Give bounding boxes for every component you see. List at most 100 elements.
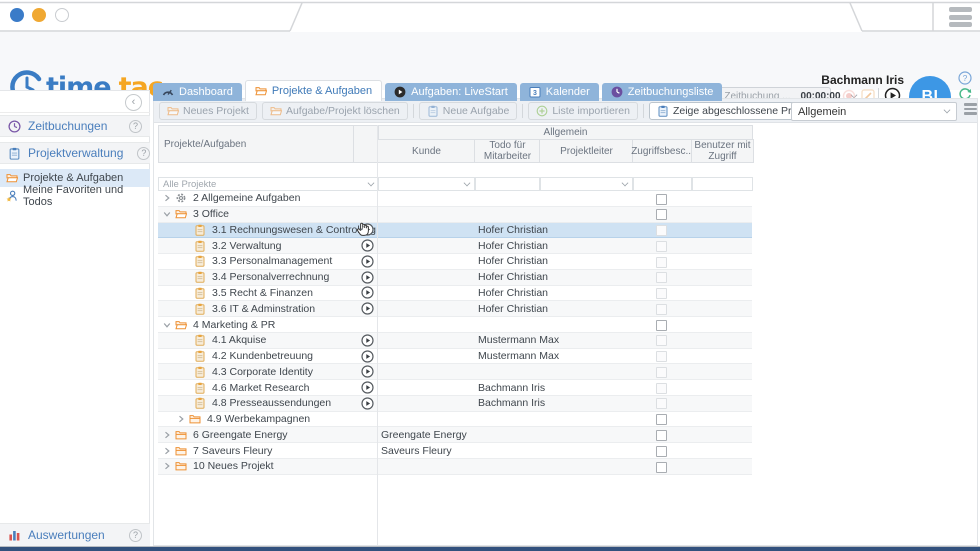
filter-cell-2[interactable] [540,177,633,191]
column-header-kunde[interactable]: Kunde [377,139,476,163]
start-task-play-icon[interactable] [357,349,378,364]
zugriff-checkbox[interactable] [656,383,667,394]
start-task-play-icon[interactable] [357,380,378,395]
table-row-4-1-akquise[interactable]: 4.1 AkquiseMustermann Max [158,333,752,349]
chevron-right-icon[interactable] [162,462,172,470]
column-header-zugriffsbesc-[interactable]: Zugriffsbesc... [632,139,693,163]
table-row-3-1-rechnungswesen-controlling[interactable]: 3.1 Rechnungswesen & ControllingHofer Ch… [158,223,752,239]
start-task-play-icon[interactable] [357,364,378,379]
table-row-4-6-market-research[interactable]: 4.6 Market ResearchBachmann Iris [158,380,752,396]
filter-cell-3[interactable] [633,177,692,191]
zugriff-checkbox[interactable] [656,446,667,457]
zugriff-checkbox[interactable] [656,320,667,331]
toolbar-button-aufgabe-projekt-l-schen[interactable]: Aufgabe/Projekt löschen [262,102,408,120]
chevron-down-icon[interactable] [162,210,172,218]
tab-zeitbuchungsliste[interactable]: Zeitbuchungsliste [602,83,723,101]
start-task-play-icon[interactable] [357,286,378,301]
view-filter-select[interactable]: Allgemein [791,102,957,121]
filter-cell-0[interactable] [378,177,475,191]
zugriff-checkbox[interactable] [656,430,667,441]
task-icon [194,334,206,346]
help-icon[interactable]: ? [958,71,972,85]
table-row-3-6-it-adminstration[interactable]: 3.6 IT & AdminstrationHofer Christian [158,301,752,317]
zugriff-checkbox[interactable] [656,194,667,205]
zugriff-checkbox[interactable] [656,288,667,299]
toolbar-button-label: Neues Projekt [183,105,249,117]
sidebar-item-auswertungen[interactable]: Auswertungen? [0,523,150,547]
tab-projekte-aufgaben[interactable]: Projekte & Aufgaben [245,80,382,101]
window-dot-blue[interactable] [10,8,24,22]
sidebar-item-meine-favoriten-und-todos[interactable]: Meine Favoriten und Todos [0,187,150,205]
zugriff-checkbox[interactable] [656,462,667,473]
table-row-4-3-corporate-identity[interactable]: 4.3 Corporate Identity [158,364,752,380]
table-row-4-8-presseaussendungen[interactable]: 4.8 PresseaussendungenBachmann Iris [158,396,752,412]
tree-cell: 3.6 IT & Adminstration [158,301,315,316]
tab-kalender[interactable]: 3Kalender [520,83,599,101]
sidebar-section-projektverwaltung[interactable]: Projektverwaltung? [0,142,150,164]
window-dot-white[interactable] [55,8,69,22]
table-row-7-saveurs-fleury[interactable]: 7 Saveurs FleurySaveurs Fleury [158,443,752,459]
tab-dashboard[interactable]: Dashboard [153,83,242,101]
chevron-right-icon[interactable] [162,194,172,202]
zugriff-checkbox[interactable] [656,209,667,220]
chevron-right-icon[interactable] [176,415,186,423]
task-icon [194,350,206,362]
zugriff-checkbox[interactable] [656,272,667,283]
chevron-right-icon[interactable] [162,447,172,455]
table-row-3-3-personalmanagement[interactable]: 3.3 PersonalmanagementHofer Christian [158,254,752,270]
table-row-2-allgemeine-aufgaben[interactable]: 2 Allgemeine Aufgaben [158,191,752,207]
tab-aufgaben-livestart[interactable]: Aufgaben: LiveStart [385,83,517,101]
zugriff-checkbox[interactable] [656,398,667,409]
start-task-play-icon[interactable] [357,238,378,253]
zugriff-checkbox[interactable] [656,367,667,378]
help-icon[interactable]: ? [129,529,142,542]
table-row-3-4-personalverrechnung[interactable]: 3.4 PersonalverrechnungHofer Christian [158,270,752,286]
table-row-10-neues-projekt[interactable]: 10 Neues Projekt [158,459,752,475]
zugriff-checkbox[interactable] [656,241,667,252]
chevron-right-icon[interactable] [162,431,172,439]
table-row-4-2-kundenbetreuung[interactable]: 4.2 KundenbetreuungMustermann Max [158,349,752,365]
column-header-benutzer-mit-zugriff[interactable]: Benutzer mit Zugriff [691,139,754,163]
clipboard-blue-icon [8,147,21,160]
start-task-play-icon[interactable] [357,333,378,348]
browser-menu-icon[interactable] [949,7,972,27]
start-task-play-icon[interactable] [357,396,378,411]
start-task-play-icon[interactable] [357,301,378,316]
help-icon[interactable]: ? [129,120,142,133]
table-row-3-office[interactable]: 3 Office [158,207,752,223]
tree-cell: 4.9 Werbekampagnen [158,412,310,427]
tree-cell: 3 Office [158,207,229,222]
app-window: time tac Bachmann Iris Keine Zeitbuchung… [0,0,980,551]
column-header-play [353,125,379,163]
zugriff-checkbox[interactable] [656,225,667,236]
sidebar-collapse-icon[interactable]: ‹ [125,94,142,111]
toolbar-button-liste-importieren[interactable]: Liste importieren [528,102,638,120]
zugriff-checkbox[interactable] [656,304,667,315]
toolbar-button-neues-projekt[interactable]: Neues Projekt [159,102,257,120]
user-name: Bachmann Iris [821,73,904,87]
start-task-play-icon[interactable] [357,270,378,285]
sidebar-section-zeitbuchungen[interactable]: Zeitbuchungen? [0,115,150,137]
table-row-3-2-verwaltung[interactable]: 3.2 VerwaltungHofer Christian [158,238,752,254]
zugriff-checkbox[interactable] [656,351,667,362]
help-icon[interactable]: ? [137,147,150,160]
column-header-projekte-aufgaben[interactable]: Projekte/Aufgaben [158,125,354,163]
zugriff-checkbox[interactable] [656,257,667,268]
table-row-4-marketing-pr[interactable]: 4 Marketing & PR [158,317,752,333]
column-header-projektleiter[interactable]: Projektleiter [539,139,634,163]
table-row-6-greengate-energy[interactable]: 6 Greengate EnergyGreengate Energy [158,427,752,443]
chevron-down-icon[interactable] [162,321,172,329]
filter-cell-1[interactable] [475,177,540,191]
table-row-4-9-werbekampagnen[interactable]: 4.9 Werbekampagnen [158,412,752,428]
toolbar-button-neue-aufgabe[interactable]: Neue Aufgabe [419,102,518,120]
zugriff-checkbox[interactable] [656,414,667,425]
tree-filter-select[interactable]: Alle Projekte [158,177,379,191]
sidebar: ‹ Zeitbuchungen?Projektverwaltung?Projek… [0,90,150,546]
start-task-play-icon[interactable] [357,254,378,269]
table-row-3-5-recht-finanzen[interactable]: 3.5 Recht & FinanzenHofer Christian [158,286,752,302]
zugriff-checkbox[interactable] [656,335,667,346]
column-options-icon[interactable] [964,103,977,115]
column-header-todo-f-r-mitarbeiter[interactable]: Todo für Mitarbeiter [474,139,541,163]
window-dot-orange[interactable] [32,8,46,22]
filter-cell-4[interactable] [692,177,753,191]
